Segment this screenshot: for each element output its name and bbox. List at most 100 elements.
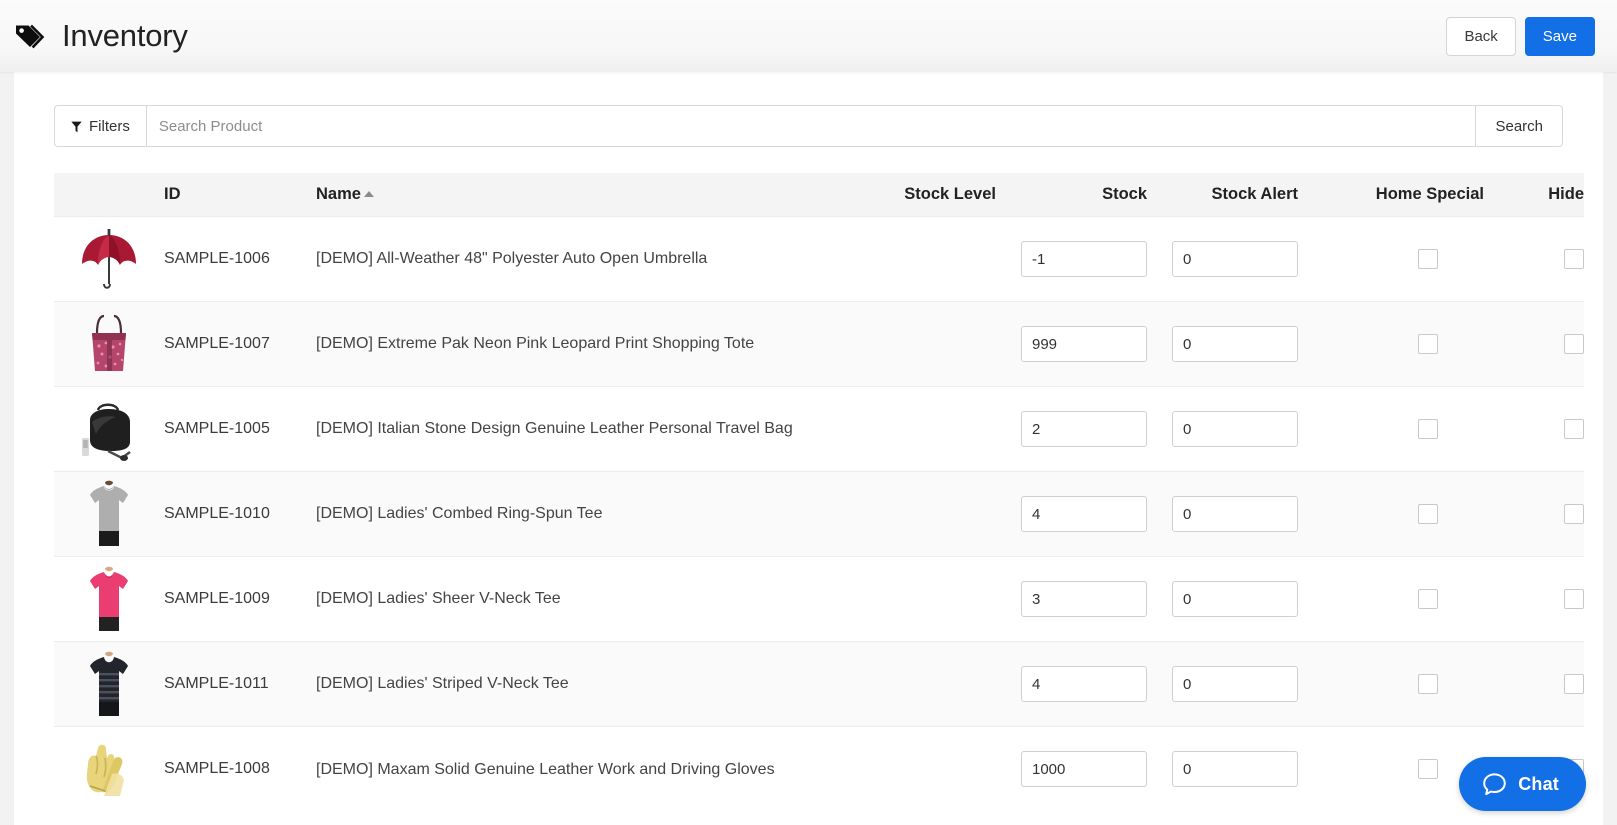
stock-alert-input[interactable] <box>1172 581 1298 617</box>
search-toolbar: Filters Search <box>54 105 1563 147</box>
stock-input[interactable] <box>1021 326 1147 362</box>
product-id-cell: SAMPLE-1010 <box>164 471 316 557</box>
app-header: Inventory Back Save <box>0 0 1617 72</box>
stock-input[interactable] <box>1021 751 1147 788</box>
stock-alert-cell <box>1147 556 1298 642</box>
stock-alert-input[interactable] <box>1172 496 1298 532</box>
product-name-cell: [DEMO] Extreme Pak Neon Pink Leopard Pri… <box>316 301 836 387</box>
hide-checkbox[interactable] <box>1564 674 1584 694</box>
pink-tee-thumbnail <box>78 564 140 634</box>
home-special-cell <box>1298 471 1484 557</box>
stock-alert-input[interactable] <box>1172 751 1298 788</box>
column-header-stock[interactable]: Stock <box>996 173 1147 217</box>
back-button[interactable]: Back <box>1446 16 1516 56</box>
stock-alert-cell <box>1147 301 1298 387</box>
stock-alert-cell <box>1147 216 1298 302</box>
stock-alert-input[interactable] <box>1172 666 1298 702</box>
product-id-cell: SAMPLE-1007 <box>164 301 316 387</box>
product-thumbnail-cell <box>54 556 164 642</box>
home-special-cell <box>1298 301 1484 387</box>
table-row: SAMPLE-1009 [DEMO] Ladies' Sheer V-Neck … <box>54 556 1584 642</box>
tote-bag-thumbnail <box>78 309 140 379</box>
product-name-cell: [DEMO] Maxam Solid Genuine Leather Work … <box>316 726 836 812</box>
column-header-name-label: Name <box>316 185 361 203</box>
page-title: Inventory <box>62 18 188 53</box>
stock-cell <box>996 301 1147 387</box>
inventory-table: ID Name Stock Level Stock Stock Alert Ho… <box>54 173 1584 812</box>
table-body: SAMPLE-1006 [DEMO] All-Weather 48" Polye… <box>54 216 1584 812</box>
content-card: Filters Search ID Name Stock Level Stock… <box>14 72 1603 825</box>
stock-alert-input[interactable] <box>1172 326 1298 362</box>
hide-cell <box>1484 386 1584 472</box>
product-thumbnail-cell <box>54 726 164 812</box>
home-special-cell <box>1298 216 1484 302</box>
stock-input[interactable] <box>1021 496 1147 532</box>
stock-level-cell <box>836 641 996 727</box>
gloves-thumbnail <box>78 734 140 804</box>
search-button[interactable]: Search <box>1475 105 1563 147</box>
home-special-checkbox[interactable] <box>1418 249 1438 269</box>
stock-cell <box>996 556 1147 642</box>
stock-alert-input[interactable] <box>1172 411 1298 447</box>
stock-alert-cell <box>1147 641 1298 727</box>
table-row: SAMPLE-1010 [DEMO] Ladies' Combed Ring-S… <box>54 471 1584 557</box>
home-special-checkbox[interactable] <box>1418 334 1438 354</box>
hide-checkbox[interactable] <box>1564 504 1584 524</box>
stock-level-cell <box>836 216 996 302</box>
product-id-cell: SAMPLE-1008 <box>164 726 316 812</box>
hide-checkbox[interactable] <box>1564 589 1584 609</box>
product-name-cell: [DEMO] Italian Stone Design Genuine Leat… <box>316 386 836 472</box>
stock-input[interactable] <box>1021 666 1147 702</box>
product-thumbnail-cell <box>54 301 164 387</box>
column-header-id[interactable]: ID <box>164 173 316 217</box>
umbrella-thumbnail <box>78 224 140 294</box>
stock-level-cell <box>836 301 996 387</box>
product-name-cell: [DEMO] Ladies' Sheer V-Neck Tee <box>316 556 836 642</box>
stock-level-cell <box>836 386 996 472</box>
home-special-cell <box>1298 556 1484 642</box>
stock-input[interactable] <box>1021 241 1147 277</box>
hide-cell <box>1484 641 1584 727</box>
inventory-table-container: ID Name Stock Level Stock Stock Alert Ho… <box>54 173 1584 812</box>
column-header-hide[interactable]: Hide <box>1484 173 1584 217</box>
page-title-group: Inventory <box>14 18 188 54</box>
stock-input[interactable] <box>1021 581 1147 617</box>
product-id-cell: SAMPLE-1009 <box>164 556 316 642</box>
stock-alert-cell <box>1147 471 1298 557</box>
table-row: SAMPLE-1007 [DEMO] Extreme Pak Neon Pink… <box>54 301 1584 387</box>
hide-checkbox[interactable] <box>1564 419 1584 439</box>
hide-cell <box>1484 216 1584 302</box>
home-special-cell <box>1298 726 1484 812</box>
column-header-stock-level[interactable]: Stock Level <box>836 173 996 217</box>
save-button[interactable]: Save <box>1524 16 1595 56</box>
product-id-cell: SAMPLE-1006 <box>164 216 316 302</box>
home-special-checkbox[interactable] <box>1418 419 1438 439</box>
stock-alert-cell <box>1147 726 1298 812</box>
home-special-cell <box>1298 386 1484 472</box>
product-name-cell: [DEMO] Ladies' Striped V-Neck Tee <box>316 641 836 727</box>
column-header-home-special[interactable]: Home Special <box>1298 173 1484 217</box>
search-input[interactable] <box>145 105 1476 147</box>
home-special-checkbox[interactable] <box>1418 759 1438 780</box>
home-special-checkbox[interactable] <box>1418 504 1438 524</box>
stock-alert-input[interactable] <box>1172 241 1298 277</box>
home-special-checkbox[interactable] <box>1418 674 1438 694</box>
stock-level-cell <box>836 471 996 557</box>
product-thumbnail-cell <box>54 471 164 557</box>
filters-button[interactable]: Filters <box>54 105 146 147</box>
product-id-cell: SAMPLE-1011 <box>164 641 316 727</box>
stock-input[interactable] <box>1021 411 1147 447</box>
chat-bubble-icon <box>1482 772 1507 797</box>
tag-icon <box>14 19 48 53</box>
product-id-cell: SAMPLE-1005 <box>164 386 316 472</box>
stock-level-cell <box>836 726 996 812</box>
chat-widget-button[interactable]: Chat <box>1459 757 1586 811</box>
column-header-name[interactable]: Name <box>316 173 836 217</box>
stock-cell <box>996 726 1147 812</box>
stock-level-cell <box>836 556 996 642</box>
hide-checkbox[interactable] <box>1564 334 1584 354</box>
product-thumbnail-cell <box>54 641 164 727</box>
home-special-checkbox[interactable] <box>1418 589 1438 609</box>
hide-checkbox[interactable] <box>1564 249 1584 269</box>
column-header-stock-alert[interactable]: Stock Alert <box>1147 173 1298 217</box>
